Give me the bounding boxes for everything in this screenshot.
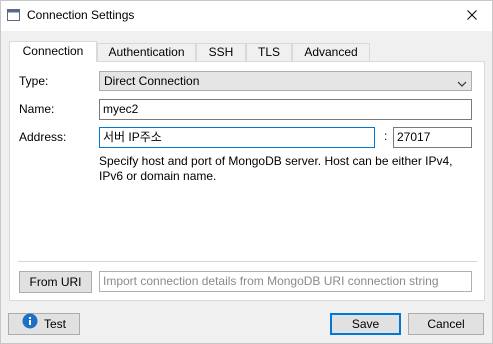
tab-connection[interactable]: Connection [9, 41, 97, 62]
close-button[interactable] [452, 1, 492, 31]
test-button[interactable]: Test [8, 313, 80, 335]
close-icon [467, 9, 477, 23]
name-label: Name: [19, 102, 55, 116]
window-icon [7, 9, 20, 21]
tab-authentication[interactable]: Authentication [97, 43, 196, 61]
test-button-label: Test [43, 317, 66, 331]
port-field[interactable]: 27017 [393, 127, 472, 148]
port-separator: : [384, 129, 388, 143]
save-button[interactable]: Save [330, 313, 401, 335]
info-icon [22, 313, 38, 335]
uri-input[interactable]: Import connection details from MongoDB U… [99, 271, 472, 292]
connection-settings-dialog: Connection Settings Connection Authentic… [0, 0, 493, 344]
window-title: Connection Settings [27, 8, 135, 22]
name-field[interactable]: myec2 [99, 99, 472, 120]
title-bar: Connection Settings [1, 1, 492, 31]
tab-tls[interactable]: TLS [246, 43, 292, 61]
type-label: Type: [19, 74, 49, 88]
chevron-down-icon [457, 76, 467, 87]
host-field[interactable]: 서버 IP주소 [99, 127, 375, 148]
address-help-text: Specify host and port of MongoDB server.… [99, 154, 453, 183]
type-select-value: Direct Connection [104, 74, 200, 88]
divider [18, 261, 477, 262]
cancel-button[interactable]: Cancel [408, 313, 484, 335]
tab-ssh[interactable]: SSH [196, 43, 246, 61]
type-select[interactable]: Direct Connection [99, 71, 472, 91]
address-label: Address: [19, 130, 67, 144]
tab-advanced[interactable]: Advanced [292, 43, 370, 61]
connection-panel: Type: Direct Connection Name: myec2 Addr… [9, 61, 485, 301]
from-uri-button[interactable]: From URI [19, 271, 92, 293]
